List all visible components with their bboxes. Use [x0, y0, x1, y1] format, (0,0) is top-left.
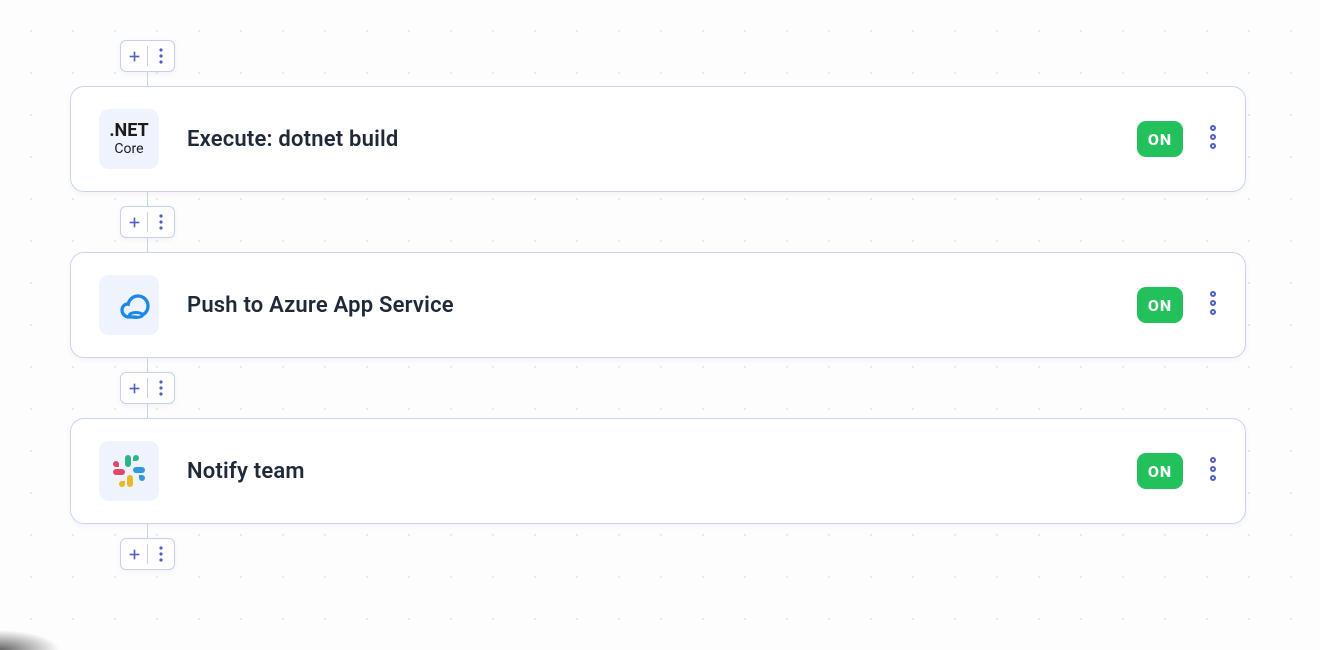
plus-icon[interactable] [121, 373, 147, 403]
kebab-icon[interactable] [148, 373, 174, 403]
connector-line [147, 524, 148, 538]
step-label: Push to Azure App Service [187, 293, 1137, 318]
more-icon[interactable] [1209, 456, 1217, 486]
kebab-icon[interactable] [148, 207, 174, 237]
azure-cloud-icon [99, 275, 159, 335]
connector-line [147, 72, 148, 86]
step-card[interactable]: Push to Azure App Service ON [70, 252, 1246, 358]
step-label: Notify team [187, 459, 1137, 484]
connector-line [147, 358, 148, 372]
kebab-icon[interactable] [148, 539, 174, 569]
add-step-menu[interactable] [120, 372, 175, 404]
step-label: Execute: dotnet build [187, 127, 1137, 152]
dotnet-core-icon: .NET Core [99, 109, 159, 169]
plus-icon[interactable] [121, 41, 147, 71]
add-step-menu[interactable] [120, 538, 175, 570]
add-step-menu[interactable] [120, 40, 175, 72]
connector-line [147, 238, 148, 252]
plus-icon[interactable] [121, 539, 147, 569]
connector-line [147, 192, 148, 206]
more-icon[interactable] [1209, 290, 1217, 320]
slack-icon [99, 441, 159, 501]
add-step-menu[interactable] [120, 206, 175, 238]
pipeline-column: .NET Core Execute: dotnet build ON [70, 40, 1250, 570]
plus-icon[interactable] [121, 207, 147, 237]
step-card[interactable]: Notify team ON [70, 418, 1246, 524]
kebab-icon[interactable] [148, 41, 174, 71]
step-card[interactable]: .NET Core Execute: dotnet build ON [70, 86, 1246, 192]
status-toggle[interactable]: ON [1137, 453, 1183, 489]
more-icon[interactable] [1209, 124, 1217, 154]
corner-shadow [0, 630, 60, 650]
status-toggle[interactable]: ON [1137, 121, 1183, 157]
connector-line [147, 404, 148, 418]
status-toggle[interactable]: ON [1137, 287, 1183, 323]
